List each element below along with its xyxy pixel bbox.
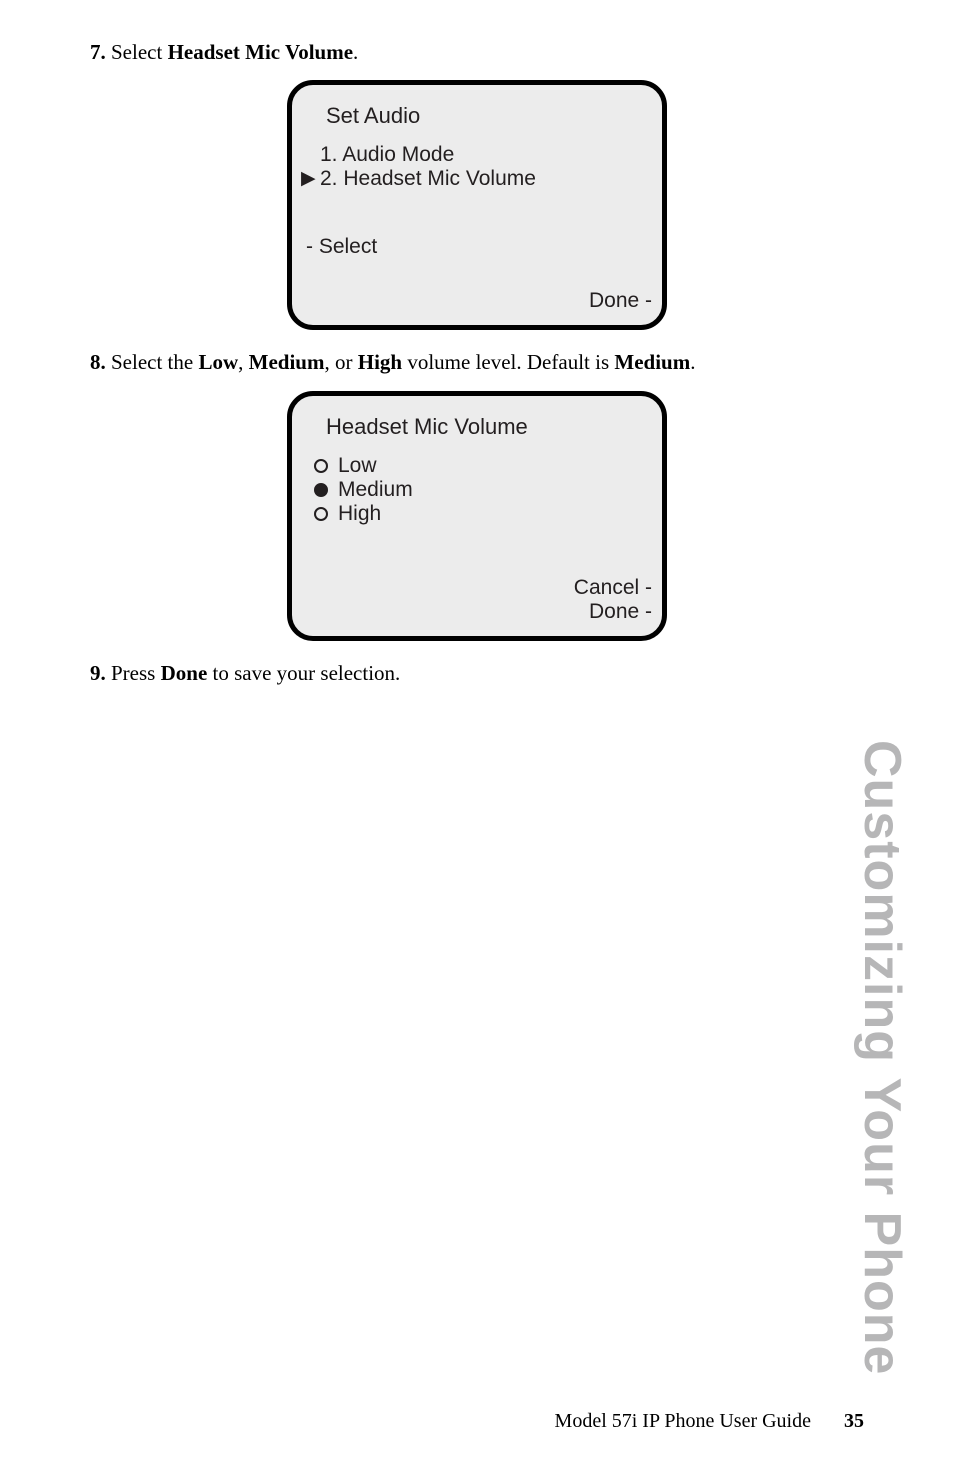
step-7-text-after: . [353, 40, 358, 64]
option-low: Low [314, 454, 377, 478]
step-8-b4: Medium [614, 350, 690, 374]
step-8-b2: Medium [249, 350, 325, 374]
step-9-c: to save your selection. [207, 661, 400, 685]
select-label: - Select [306, 235, 377, 259]
screen-1-wrap: Set Audio 1. Audio Mode ▶ 2. Headset Mic… [90, 80, 864, 330]
document-page: 7. Select Headset Mic Volume. Set Audio … [0, 0, 954, 1475]
option-medium-label: Medium [338, 478, 413, 502]
step-7-number: 7. [90, 40, 106, 64]
step-8-a: Select the [111, 350, 198, 374]
step-8-c3: volume level. Default is [402, 350, 614, 374]
cancel-label: Cancel - [574, 576, 652, 600]
menu-item-headset-mic-volume: 2. Headset Mic Volume [320, 167, 536, 191]
option-high: High [314, 502, 381, 526]
screen-title: Set Audio [326, 103, 420, 129]
menu-item-audio-mode: 1. Audio Mode [320, 143, 454, 167]
done-label: Done - [589, 600, 652, 624]
step-9: 9. Press Done to save your selection. [90, 659, 864, 687]
section-side-title: Customizing Your Phone [852, 740, 912, 1375]
cursor-icon: ▶ [301, 167, 316, 190]
step-8-c1: , [238, 350, 249, 374]
option-high-label: High [338, 502, 381, 526]
step-7: 7. Select Headset Mic Volume. [90, 38, 864, 66]
radio-unselected-icon [314, 459, 328, 473]
step-9-number: 9. [90, 661, 106, 685]
step-7-text-before: Select [111, 40, 168, 64]
radio-selected-icon [314, 483, 328, 497]
phone-screen-set-audio: Set Audio 1. Audio Mode ▶ 2. Headset Mic… [287, 80, 667, 330]
phone-screen-mic-volume: Headset Mic Volume Low Medium High Cance… [287, 391, 667, 641]
step-8-c4: . [690, 350, 695, 374]
step-8: 8. Select the Low, Medium, or High volum… [90, 348, 864, 376]
step-9-a: Press [111, 661, 161, 685]
step-9-b: Done [161, 661, 208, 685]
step-8-b3: High [358, 350, 402, 374]
screen-2-wrap: Headset Mic Volume Low Medium High Cance… [90, 391, 864, 641]
option-medium: Medium [314, 478, 413, 502]
step-8-b1: Low [198, 350, 238, 374]
screen-title: Headset Mic Volume [326, 414, 528, 440]
page-footer: Model 57i IP Phone User Guide 35 [555, 1410, 864, 1433]
option-low-label: Low [338, 454, 377, 478]
footer-text: Model 57i IP Phone User Guide [555, 1410, 811, 1432]
step-8-number: 8. [90, 350, 106, 374]
radio-unselected-icon [314, 507, 328, 521]
done-label: Done - [589, 289, 652, 313]
step-7-bold: Headset Mic Volume [168, 40, 353, 64]
step-8-c2: , or [324, 350, 357, 374]
page-number: 35 [844, 1410, 864, 1432]
